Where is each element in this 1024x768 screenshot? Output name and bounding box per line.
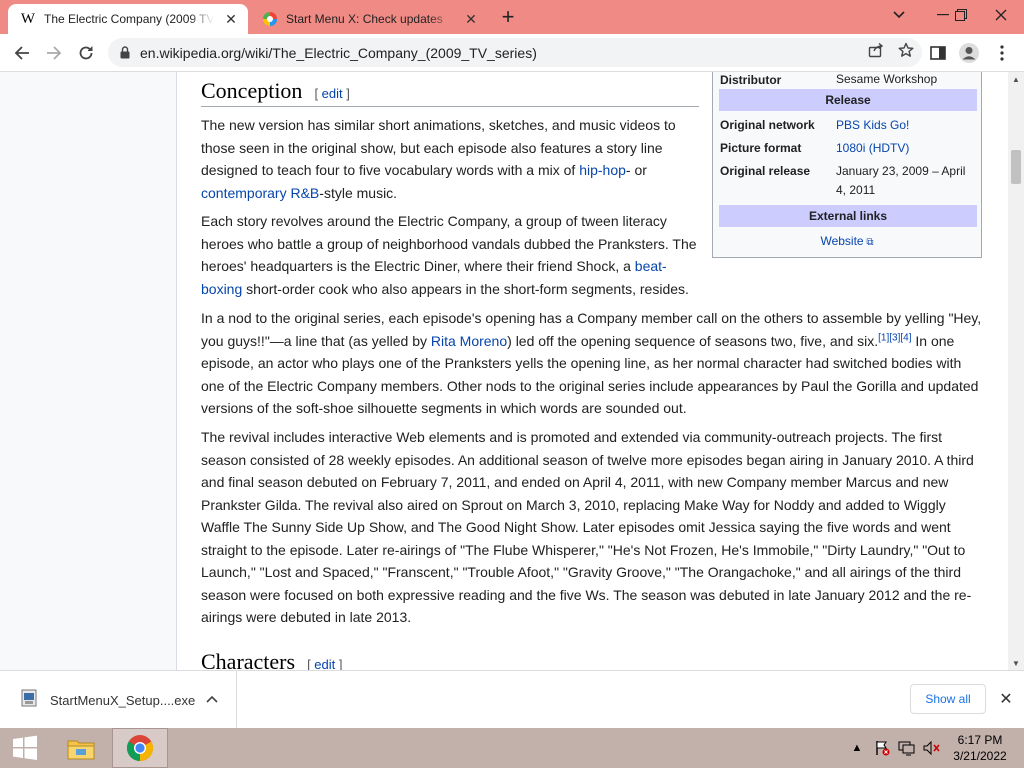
- address-bar[interactable]: en.wikipedia.org/wiki/The_Electric_Compa…: [108, 38, 922, 67]
- release-value: January 23, 2009 – April 4, 2011: [836, 164, 966, 197]
- bookmark-star-icon[interactable]: [898, 42, 914, 63]
- show-all-button[interactable]: Show all: [910, 684, 986, 714]
- wikipedia-w-icon: W: [20, 10, 36, 27]
- distributor-label: Distributor: [720, 73, 782, 87]
- scroll-down-arrow-icon[interactable]: ▼: [1008, 656, 1024, 670]
- website-link[interactable]: Website: [820, 234, 863, 248]
- page-viewport: Distributor Sesame Workshop Release Orig…: [0, 72, 1008, 670]
- network-icon[interactable]: [897, 728, 917, 768]
- external-link-icon: ⧉: [863, 237, 874, 248]
- forward-button[interactable]: [40, 39, 68, 67]
- chevron-up-icon[interactable]: [204, 691, 220, 707]
- reference-links[interactable]: [1][3][4]: [878, 332, 911, 343]
- tab-search-icon[interactable]: [882, 0, 916, 30]
- clock-date: 3/21/2022: [953, 749, 1007, 763]
- download-item[interactable]: StartMenuX_Setup....exe: [0, 671, 237, 729]
- text: -style music.: [319, 184, 398, 201]
- reload-button[interactable]: [72, 39, 100, 67]
- browser-toolbar: en.wikipedia.org/wiki/The_Electric_Compa…: [0, 34, 1024, 72]
- close-tab-icon[interactable]: ✕: [462, 10, 480, 28]
- system-clock[interactable]: 6:17 PM 3/21/2022: [948, 732, 1012, 764]
- conception-heading: Conception [ edit ]: [201, 78, 350, 104]
- text: short-order cook who also appears in the…: [242, 280, 689, 297]
- windows-taskbar: ▲ 6:17 PM 3/21/2022: [0, 728, 1024, 768]
- network-label: Original network: [720, 118, 815, 132]
- text: - or: [625, 162, 647, 178]
- characters-edit-link[interactable]: edit: [314, 657, 335, 670]
- close-download-bar-icon[interactable]: ✕: [996, 689, 1016, 709]
- format-link[interactable]: 1080i (HDTV): [836, 139, 976, 158]
- text: Each story revolves around the Electric …: [201, 213, 697, 274]
- tab-title: The Electric Company (2009 TV series) - …: [44, 12, 214, 26]
- download-bar: StartMenuX_Setup....exe Show all ✕: [0, 670, 1024, 729]
- close-window-icon[interactable]: [984, 0, 1018, 30]
- paragraph-2: Each story revolves around the Electric …: [201, 210, 701, 300]
- startmenux-icon: [262, 11, 278, 27]
- external-links-header: External links: [719, 205, 977, 227]
- url-text: en.wikipedia.org/wiki/The_Electric_Compa…: [140, 44, 537, 61]
- chrome-taskbar-icon[interactable]: [112, 728, 168, 768]
- hip-hop-link[interactable]: hip-hop: [579, 162, 626, 178]
- tab-start-menu-x[interactable]: Start Menu X: Check updates ✕: [250, 4, 488, 34]
- side-panel-icon[interactable]: [924, 39, 952, 67]
- volume-muted-icon[interactable]: [922, 728, 942, 768]
- characters-heading: Characters [ edit ]: [201, 649, 343, 670]
- release-label: Original release: [720, 164, 811, 178]
- scrollbar-thumb[interactable]: [1011, 150, 1021, 184]
- conception-heading-text: Conception: [201, 78, 303, 103]
- new-tab-button[interactable]: +: [494, 4, 522, 29]
- tab-title: Start Menu X: Check updates: [286, 12, 443, 26]
- conception-edit-link[interactable]: edit: [322, 86, 343, 101]
- rita-moreno-link[interactable]: Rita Moreno: [431, 333, 507, 349]
- lock-icon[interactable]: [120, 46, 130, 59]
- installer-file-icon: [20, 689, 38, 712]
- action-center-flag-icon[interactable]: [872, 728, 892, 768]
- wiki-left-sidebar: [0, 72, 177, 670]
- paragraph-4: The revival includes interactive Web ele…: [201, 429, 974, 625]
- restore-icon[interactable]: [944, 0, 978, 30]
- show-hidden-icons-icon[interactable]: ▲: [850, 728, 864, 768]
- scroll-up-arrow-icon[interactable]: ▲: [1008, 72, 1024, 86]
- windows-start-icon[interactable]: [0, 728, 50, 768]
- share-icon[interactable]: [868, 42, 884, 63]
- contemporary-rnb-link[interactable]: contemporary R&B: [201, 185, 319, 201]
- tab-electric-company[interactable]: W The Electric Company (2009 TV series) …: [8, 4, 248, 34]
- heading-divider: [201, 106, 699, 107]
- profile-avatar-icon[interactable]: [955, 39, 983, 67]
- release-header: Release: [719, 89, 977, 111]
- infobox: Distributor Sesame Workshop Release Orig…: [712, 72, 982, 258]
- menu-kebab-icon[interactable]: [988, 39, 1016, 67]
- tab-strip: W The Electric Company (2009 TV series) …: [0, 0, 1024, 34]
- characters-heading-text: Characters: [201, 649, 296, 670]
- file-explorer-icon[interactable]: [58, 728, 104, 768]
- website-row: Website ⧉: [713, 234, 981, 248]
- paragraph-1: The new version has similar short animat…: [201, 114, 699, 204]
- paragraph-3: In a nod to the original series, each ep…: [201, 307, 983, 420]
- download-file-name: StartMenuX_Setup....exe: [50, 692, 196, 708]
- conception-edit: [ edit ]: [314, 86, 350, 101]
- text: ) led off the opening sequence of season…: [507, 332, 879, 349]
- distributor-value: Sesame Workshop: [836, 72, 938, 86]
- close-tab-icon[interactable]: ✕: [222, 10, 240, 28]
- characters-edit: [ edit ]: [307, 657, 343, 670]
- back-button[interactable]: [8, 39, 36, 67]
- format-label: Picture format: [720, 141, 802, 155]
- vertical-scrollbar[interactable]: ▲ ▼: [1008, 72, 1024, 670]
- network-link[interactable]: PBS Kids Go!: [836, 116, 976, 135]
- clock-time: 6:17 PM: [957, 733, 1003, 747]
